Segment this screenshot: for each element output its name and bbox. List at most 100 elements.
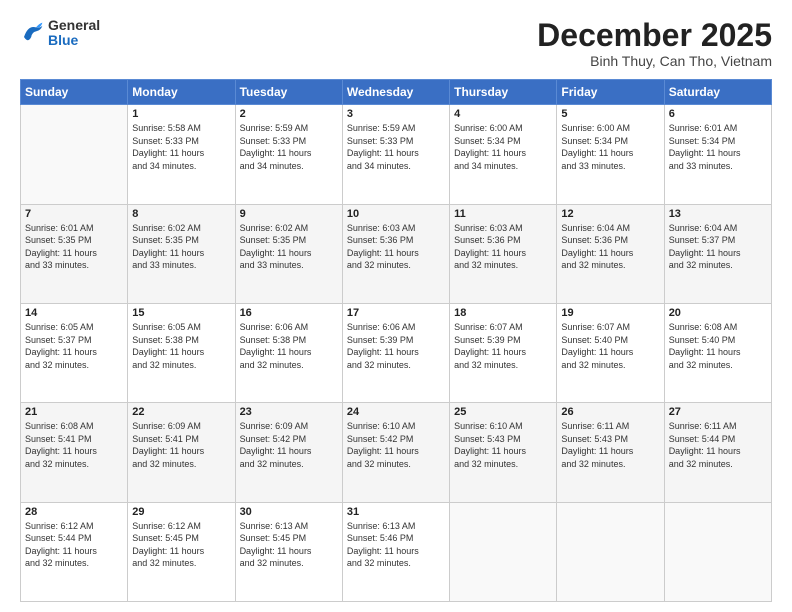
calendar-cell: 8Sunrise: 6:02 AM Sunset: 5:35 PM Daylig… xyxy=(128,204,235,303)
calendar-cell: 16 Sunrise: 6:06 AM Sunset: 5:38 PM Dayli… xyxy=(235,303,342,402)
day-info: Sunrise: 6:13 AM Sunset: 5:46 PM Dayligh… xyxy=(347,520,445,570)
calendar-cell: 27Sunrise: 6:11 AM Sunset: 5:44 PM Dayli… xyxy=(664,403,771,502)
calendar-cell: 25 Sunrise: 6:10 AM Sunset: 5:43 PM Dayli… xyxy=(450,403,557,502)
day-info: Sunrise: 6:07 AM Sunset: 5:39 PM Dayligh… xyxy=(454,321,552,371)
day-info: Sunrise: 6:12 AM Sunset: 5:45 PM Dayligh… xyxy=(132,520,230,570)
day-info: Sunrise: 5:59 AM Sunset: 5:33 PM Dayligh… xyxy=(347,122,445,172)
day-info: Sunrise: 6:12 AM Sunset: 5:44 PM Dayligh… xyxy=(25,520,123,570)
calendar-cell: 30Sunrise: 6:13 AM Sunset: 5:45 PM Dayli… xyxy=(235,502,342,601)
calendar-week-row: 14Sunrise: 6:05 AM Sunset: 5:37 PM Dayli… xyxy=(21,303,772,402)
calendar-cell: 12 Sunrise: 6:04 AM Sunset: 5:36 PM Dayli… xyxy=(557,204,664,303)
weekday-header-friday: Friday xyxy=(557,80,664,105)
calendar-week-row: 7 Sunrise: 6:01 AM Sunset: 5:35 PM Daylig… xyxy=(21,204,772,303)
calendar-cell: 6Sunrise: 6:01 AM Sunset: 5:34 PM Daylig… xyxy=(664,105,771,204)
calendar-cell: 17Sunrise: 6:06 AM Sunset: 5:39 PM Dayli… xyxy=(342,303,449,402)
calendar-cell: 19 Sunrise: 6:07 AM Sunset: 5:40 PM Dayli… xyxy=(557,303,664,402)
calendar-cell xyxy=(664,502,771,601)
day-number: 13 xyxy=(669,208,767,220)
day-number: 25 xyxy=(454,406,552,418)
day-number: 12 xyxy=(561,208,659,220)
day-info: Sunrise: 6:09 AM Sunset: 5:42 PM Dayligh… xyxy=(240,420,338,470)
day-number: 15 xyxy=(132,307,230,319)
day-info: Sunrise: 6:05 AM Sunset: 5:37 PM Dayligh… xyxy=(25,321,123,371)
calendar-cell: 23 Sunrise: 6:09 AM Sunset: 5:42 PM Dayli… xyxy=(235,403,342,502)
day-number: 1 xyxy=(132,108,230,120)
calendar-cell: 3 Sunrise: 5:59 AM Sunset: 5:33 PM Daylig… xyxy=(342,105,449,204)
title-block: December 2025 Binh Thuy, Can Tho, Vietna… xyxy=(537,18,772,69)
calendar-cell: 1 Sunrise: 5:58 AM Sunset: 5:33 PM Daylig… xyxy=(128,105,235,204)
day-number: 9 xyxy=(240,208,338,220)
day-info: Sunrise: 6:11 AM Sunset: 5:44 PM Dayligh… xyxy=(669,420,767,470)
day-number: 8 xyxy=(132,208,230,220)
day-number: 20 xyxy=(669,307,767,319)
day-info: Sunrise: 6:03 AM Sunset: 5:36 PM Dayligh… xyxy=(454,222,552,272)
header: General Blue December 2025 Binh Thuy, Ca… xyxy=(20,18,772,69)
calendar-cell: 11 Sunrise: 6:03 AM Sunset: 5:36 PM Dayli… xyxy=(450,204,557,303)
day-info: Sunrise: 6:06 AM Sunset: 5:38 PM Dayligh… xyxy=(240,321,338,371)
day-info: Sunrise: 6:03 AM Sunset: 5:36 PM Dayligh… xyxy=(347,222,445,272)
day-number: 22 xyxy=(132,406,230,418)
day-info: Sunrise: 6:07 AM Sunset: 5:40 PM Dayligh… xyxy=(561,321,659,371)
day-number: 26 xyxy=(561,406,659,418)
calendar-cell: 29 Sunrise: 6:12 AM Sunset: 5:45 PM Dayli… xyxy=(128,502,235,601)
logo-text: General Blue xyxy=(48,18,100,49)
day-info: Sunrise: 6:13 AM Sunset: 5:45 PM Dayligh… xyxy=(240,520,338,570)
day-number: 6 xyxy=(669,108,767,120)
calendar-cell: 28 Sunrise: 6:12 AM Sunset: 5:44 PM Dayli… xyxy=(21,502,128,601)
logo-icon xyxy=(20,21,44,45)
calendar-cell: 15 Sunrise: 6:05 AM Sunset: 5:38 PM Dayli… xyxy=(128,303,235,402)
calendar-cell: 13 Sunrise: 6:04 AM Sunset: 5:37 PM Dayli… xyxy=(664,204,771,303)
day-number: 24 xyxy=(347,406,445,418)
logo-blue: Blue xyxy=(48,33,100,48)
calendar-week-row: 21Sunrise: 6:08 AM Sunset: 5:41 PM Dayli… xyxy=(21,403,772,502)
day-info: Sunrise: 6:00 AM Sunset: 5:34 PM Dayligh… xyxy=(454,122,552,172)
calendar-cell: 10 Sunrise: 6:03 AM Sunset: 5:36 PM Dayli… xyxy=(342,204,449,303)
calendar-week-row: 1 Sunrise: 5:58 AM Sunset: 5:33 PM Daylig… xyxy=(21,105,772,204)
calendar-cell: 24Sunrise: 6:10 AM Sunset: 5:42 PM Dayli… xyxy=(342,403,449,502)
calendar-cell: 7 Sunrise: 6:01 AM Sunset: 5:35 PM Daylig… xyxy=(21,204,128,303)
day-info: Sunrise: 6:01 AM Sunset: 5:35 PM Dayligh… xyxy=(25,222,123,272)
day-info: Sunrise: 6:05 AM Sunset: 5:38 PM Dayligh… xyxy=(132,321,230,371)
day-info: Sunrise: 5:58 AM Sunset: 5:33 PM Dayligh… xyxy=(132,122,230,172)
day-info: Sunrise: 6:04 AM Sunset: 5:37 PM Dayligh… xyxy=(669,222,767,272)
weekday-header-wednesday: Wednesday xyxy=(342,80,449,105)
day-number: 19 xyxy=(561,307,659,319)
day-info: Sunrise: 6:10 AM Sunset: 5:43 PM Dayligh… xyxy=(454,420,552,470)
day-number: 4 xyxy=(454,108,552,120)
day-info: Sunrise: 6:08 AM Sunset: 5:40 PM Dayligh… xyxy=(669,321,767,371)
calendar-cell: 2Sunrise: 5:59 AM Sunset: 5:33 PM Daylig… xyxy=(235,105,342,204)
day-number: 18 xyxy=(454,307,552,319)
day-number: 10 xyxy=(347,208,445,220)
day-info: Sunrise: 6:04 AM Sunset: 5:36 PM Dayligh… xyxy=(561,222,659,272)
day-info: Sunrise: 6:09 AM Sunset: 5:41 PM Dayligh… xyxy=(132,420,230,470)
day-number: 23 xyxy=(240,406,338,418)
calendar-cell: 14Sunrise: 6:05 AM Sunset: 5:37 PM Dayli… xyxy=(21,303,128,402)
day-number: 29 xyxy=(132,506,230,518)
logo: General Blue xyxy=(20,18,100,49)
calendar-cell: 22 Sunrise: 6:09 AM Sunset: 5:41 PM Dayli… xyxy=(128,403,235,502)
day-number: 16 xyxy=(240,307,338,319)
weekday-header-monday: Monday xyxy=(128,80,235,105)
calendar-cell: 20 Sunrise: 6:08 AM Sunset: 5:40 PM Dayli… xyxy=(664,303,771,402)
calendar-cell: 4 Sunrise: 6:00 AM Sunset: 5:34 PM Daylig… xyxy=(450,105,557,204)
weekday-header-row: SundayMondayTuesdayWednesdayThursdayFrid… xyxy=(21,80,772,105)
calendar-cell: 9 Sunrise: 6:02 AM Sunset: 5:35 PM Daylig… xyxy=(235,204,342,303)
weekday-header-tuesday: Tuesday xyxy=(235,80,342,105)
day-info: Sunrise: 6:06 AM Sunset: 5:39 PM Dayligh… xyxy=(347,321,445,371)
day-number: 3 xyxy=(347,108,445,120)
day-info: Sunrise: 5:59 AM Sunset: 5:33 PM Dayligh… xyxy=(240,122,338,172)
day-number: 5 xyxy=(561,108,659,120)
calendar-cell xyxy=(557,502,664,601)
day-number: 28 xyxy=(25,506,123,518)
weekday-header-sunday: Sunday xyxy=(21,80,128,105)
day-number: 11 xyxy=(454,208,552,220)
day-info: Sunrise: 6:02 AM Sunset: 5:35 PM Dayligh… xyxy=(240,222,338,272)
calendar-cell xyxy=(450,502,557,601)
day-number: 21 xyxy=(25,406,123,418)
calendar-title: December 2025 xyxy=(537,18,772,53)
day-number: 7 xyxy=(25,208,123,220)
calendar-table: SundayMondayTuesdayWednesdayThursdayFrid… xyxy=(20,79,772,602)
calendar-subtitle: Binh Thuy, Can Tho, Vietnam xyxy=(537,53,772,69)
weekday-header-thursday: Thursday xyxy=(450,80,557,105)
day-info: Sunrise: 6:00 AM Sunset: 5:34 PM Dayligh… xyxy=(561,122,659,172)
